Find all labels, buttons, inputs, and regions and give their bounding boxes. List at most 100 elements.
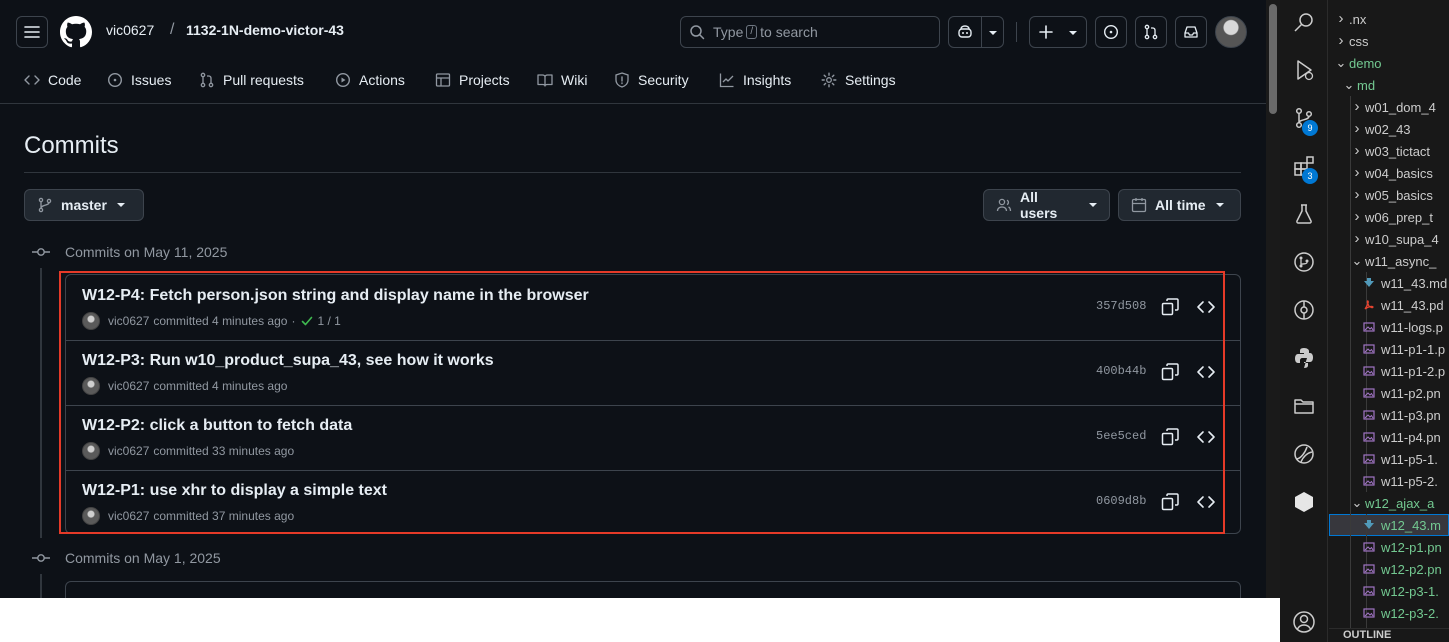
image-file-icon — [1363, 343, 1375, 355]
branch-select-button[interactable]: master — [24, 189, 144, 221]
activity-bar: 9 3 — [1280, 0, 1328, 642]
explorer-file-tree: › .nx › css ⌄ demo ⌄ md › w01_dom_4 › w02_43 › w03_ti… — [1329, 0, 1449, 642]
explorer-folder[interactable]: › w01_dom_4 — [1349, 96, 1436, 118]
explorer-folder[interactable]: ⌄ demo — [1333, 52, 1382, 74]
explorer-file[interactable]: w11-p5-2. — [1357, 470, 1438, 492]
explorer-file[interactable]: w12_43.m — [1357, 514, 1441, 536]
plus-icon — [1039, 25, 1053, 39]
search-icon[interactable] — [1292, 10, 1316, 34]
shield-icon — [615, 72, 629, 88]
tab-pull-requests[interactable]: Pull requests — [199, 70, 304, 90]
explorer-item-label: w12-p1.pn — [1381, 539, 1442, 555]
explorer-folder[interactable]: › w02_43 — [1349, 118, 1411, 140]
hexagon-icon[interactable] — [1292, 490, 1316, 514]
markdown-file-icon — [1363, 519, 1375, 531]
issues-button[interactable] — [1095, 16, 1127, 48]
annotation-highlight-box — [59, 271, 1225, 534]
chevron-down-icon: ⌄ — [1351, 495, 1363, 510]
explorer-folder[interactable]: › w05_basics — [1349, 184, 1433, 206]
explorer-item-label: w11-p2.pn — [1381, 385, 1441, 401]
tab-issues[interactable]: Issues — [107, 70, 171, 90]
tab-settings[interactable]: Settings — [821, 70, 896, 90]
run-debug-icon[interactable] — [1292, 58, 1316, 82]
tab-insights[interactable]: Insights — [719, 70, 791, 90]
users-filter-button[interactable]: All users — [983, 189, 1110, 221]
breadcrumb-owner[interactable]: vic0627 — [106, 22, 154, 38]
image-file-icon — [1363, 541, 1375, 553]
chevron-down-icon: ⌄ — [1335, 55, 1347, 70]
chevron-right-icon: › — [1354, 230, 1360, 247]
explorer-item-label: w11-p5-1. — [1381, 451, 1438, 467]
issue-icon — [107, 72, 123, 88]
explorer-file[interactable]: w12-p2.pn — [1357, 558, 1442, 580]
explorer-file[interactable]: w11-p2.pn — [1357, 382, 1441, 404]
explorer-file[interactable]: w12-p3-2. — [1357, 602, 1439, 624]
account-icon[interactable] — [1292, 610, 1316, 634]
search-placeholder-suffix: to search — [760, 24, 818, 40]
github-logo-icon[interactable] — [60, 16, 92, 48]
explorer-folder[interactable]: ⌄ md — [1341, 74, 1376, 96]
explorer-item-label: w11_43.pd — [1381, 297, 1444, 313]
play-icon — [335, 72, 351, 88]
chevron-right-icon: › — [1354, 164, 1360, 181]
extensions-badge: 3 — [1302, 168, 1318, 184]
copilot-button[interactable] — [948, 16, 1004, 48]
explorer-folder[interactable]: › .nx — [1333, 8, 1367, 30]
explorer-folder[interactable]: › css — [1333, 30, 1369, 52]
create-new-button[interactable] — [1029, 16, 1087, 48]
image-file-icon — [1363, 387, 1375, 399]
explorer-folder[interactable]: › w10_supa_4 — [1349, 228, 1439, 250]
github-window: vic0627 / 1132-1N-demo-victor-43 Type / … — [0, 0, 1266, 598]
tab-wiki[interactable]: Wiki — [537, 70, 587, 90]
gitlens-icon[interactable] — [1292, 298, 1316, 322]
explorer-file[interactable]: w11-p5-1. — [1357, 448, 1438, 470]
explorer-file[interactable]: w11-p1-2.p — [1357, 360, 1445, 382]
explorer-file[interactable]: w11_43.md — [1357, 272, 1447, 294]
hamburger-menu-button[interactable] — [16, 16, 48, 48]
explorer-file[interactable]: w11_43.pd — [1357, 294, 1444, 316]
explorer-item-label: w12_ajax_a — [1365, 495, 1435, 511]
tab-actions[interactable]: Actions — [335, 70, 405, 90]
search-input[interactable]: Type / to search — [680, 16, 940, 48]
explorer-file[interactable]: w12-p3-1. — [1357, 580, 1439, 602]
code-icon — [24, 75, 40, 85]
explorer-file[interactable]: w11-logs.p — [1357, 316, 1443, 338]
chevron-right-icon: › — [1354, 98, 1360, 115]
commit-group-heading: Commits on May 11, 2025 — [30, 242, 227, 262]
explorer-folder[interactable]: ⌄ w12_ajax_a — [1349, 492, 1435, 514]
remote-explorer-icon[interactable] — [1292, 442, 1316, 466]
tab-code[interactable]: Code — [24, 70, 81, 90]
explorer-file[interactable]: w11-p4.pn — [1357, 426, 1441, 448]
pull-requests-button[interactable] — [1135, 16, 1167, 48]
breadcrumb-repo[interactable]: 1132-1N-demo-victor-43 — [186, 22, 344, 38]
tab-security[interactable]: Security — [614, 70, 689, 90]
tab-label: Actions — [359, 72, 405, 88]
python-icon[interactable] — [1292, 346, 1316, 370]
explorer-file[interactable]: w11-p3.pn — [1357, 404, 1441, 426]
explorer-folder[interactable]: › w04_basics — [1349, 162, 1433, 184]
tab-projects[interactable]: Projects — [435, 70, 510, 90]
explorer-item-label: w11-p1-1.p — [1381, 341, 1446, 357]
menu-icon — [24, 26, 40, 38]
image-file-icon — [1363, 607, 1375, 619]
notifications-button[interactable] — [1175, 16, 1207, 48]
scrollbar-thumb[interactable] — [1269, 4, 1277, 114]
explorer-item-label: md — [1357, 77, 1376, 93]
chevron-down-icon — [1069, 31, 1077, 35]
chevron-right-icon: › — [1354, 186, 1360, 203]
tab-label: Wiki — [561, 72, 588, 88]
flask-icon[interactable] — [1292, 202, 1316, 226]
page-scrollbar[interactable] — [1266, 0, 1280, 598]
explorer-folder[interactable]: › w06_prep_t — [1349, 206, 1433, 228]
chevron-right-icon: › — [1338, 32, 1344, 49]
outline-section-header[interactable]: OUTLINE — [1329, 628, 1449, 642]
git-graph-icon[interactable] — [1292, 250, 1316, 274]
folder-icon[interactable] — [1292, 394, 1316, 418]
explorer-folder[interactable]: › w03_tictact — [1349, 140, 1431, 162]
time-filter-button[interactable]: All time — [1118, 189, 1241, 221]
explorer-folder[interactable]: ⌄ w11_async_ — [1349, 250, 1437, 272]
explorer-file[interactable]: w11-p1-1.p — [1357, 338, 1445, 360]
user-avatar[interactable] — [1215, 16, 1247, 48]
explorer-file[interactable]: w12-p1.pn — [1357, 536, 1442, 558]
explorer-item-label: w11-logs.p — [1381, 319, 1443, 335]
